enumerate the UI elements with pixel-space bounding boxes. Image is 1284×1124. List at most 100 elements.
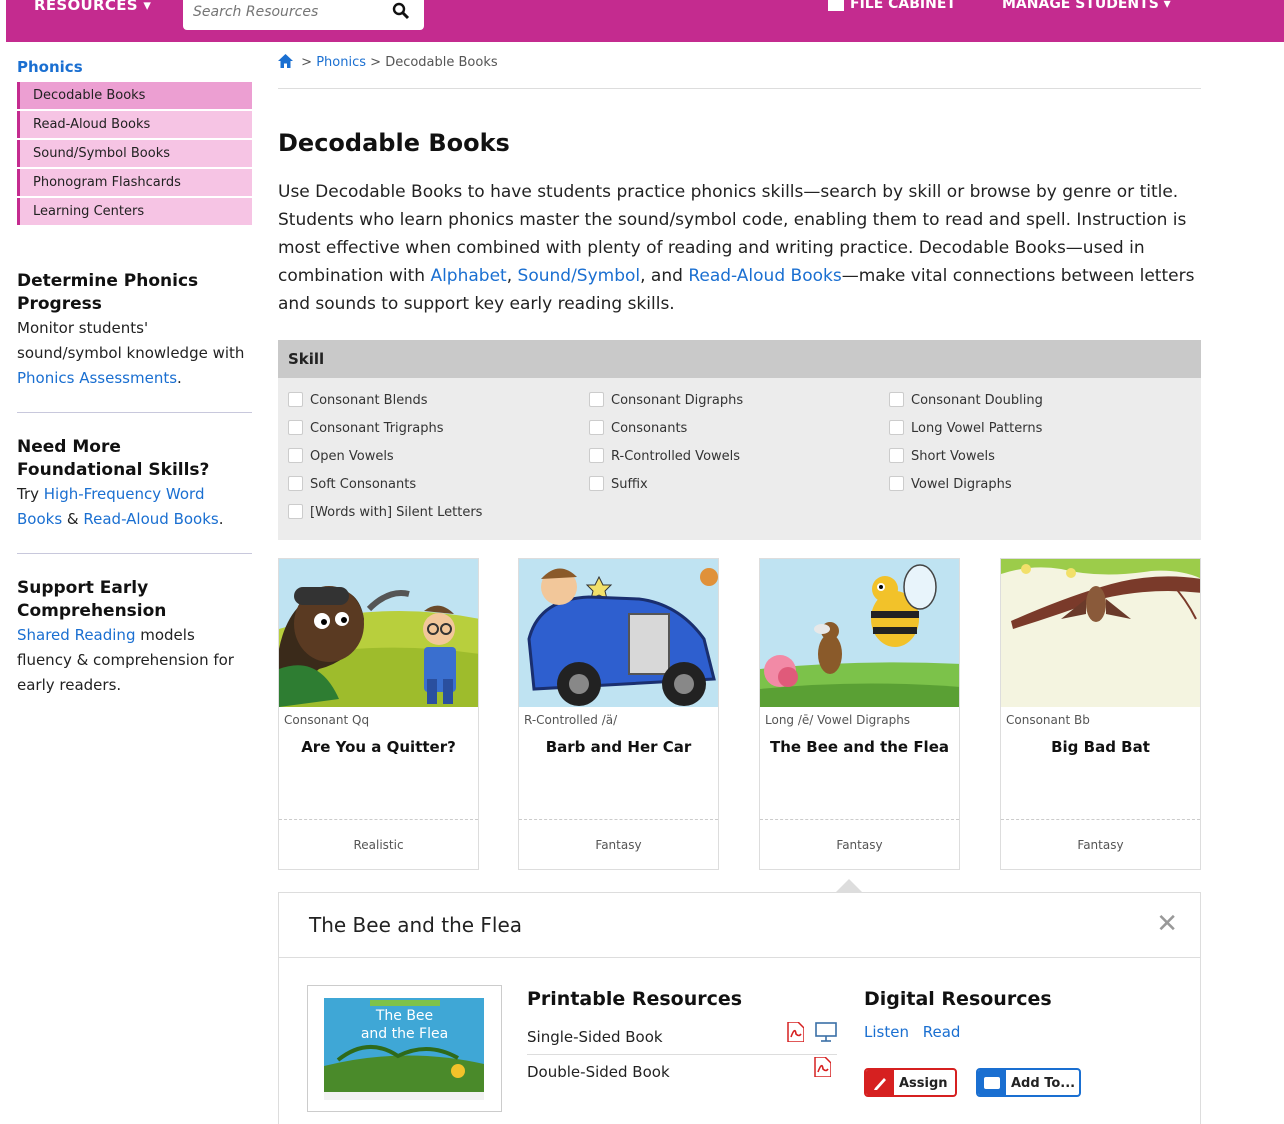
book-cover-image[interactable] bbox=[279, 559, 478, 707]
book-detail-panel: The Bee and the Flea ✕ The Bee and the F… bbox=[278, 879, 1201, 1124]
shared-reading-link[interactable]: Shared Reading bbox=[17, 626, 135, 644]
checkbox[interactable] bbox=[889, 448, 904, 463]
top-nav-bar: RESOURCES ▾ FILE CABINET MANAGE STUDENTS… bbox=[6, 0, 1284, 42]
phonics-assessments-link[interactable]: Phonics Assessments bbox=[17, 369, 177, 387]
panel-pointer bbox=[835, 879, 863, 893]
manage-students-menu[interactable]: MANAGE STUDENTS ▾ bbox=[1002, 0, 1171, 12]
text: , bbox=[506, 266, 518, 286]
skill-checkbox[interactable]: Consonant Doubling bbox=[889, 391, 1043, 411]
skill-checkbox[interactable]: Open Vowels bbox=[288, 447, 394, 467]
sound-symbol-link[interactable]: Sound/Symbol bbox=[518, 266, 641, 286]
skill-checkbox[interactable]: Vowel Digraphs bbox=[889, 475, 1012, 495]
book-skill: Long /ē/ Vowel Digraphs bbox=[765, 713, 911, 727]
book-card[interactable]: Consonant Bb Big Bad Bat Fantasy bbox=[1000, 558, 1201, 870]
checkbox[interactable] bbox=[589, 448, 604, 463]
text: Monitor students' sound/symbol knowledge… bbox=[17, 319, 245, 362]
close-icon[interactable]: ✕ bbox=[1156, 909, 1178, 939]
sidebar-item-learning-centers[interactable]: Learning Centers bbox=[17, 198, 252, 225]
listen-link[interactable]: Listen bbox=[864, 1023, 909, 1041]
digital-resources: Digital Resources Listen Read Assign Add… bbox=[864, 988, 1081, 1097]
sidebar-section-phonics[interactable]: Phonics bbox=[17, 58, 252, 82]
search-input[interactable] bbox=[193, 0, 393, 24]
read-aloud-books-link[interactable]: Read-Aloud Books bbox=[688, 266, 841, 286]
checkbox[interactable] bbox=[288, 476, 303, 491]
sidebar-menu: Decodable Books Read-Aloud Books Sound/S… bbox=[17, 82, 252, 225]
pdf-icon[interactable] bbox=[813, 1055, 832, 1090]
skill-checkbox[interactable]: R-Controlled Vowels bbox=[589, 447, 740, 467]
book-title[interactable]: The Bee and the Flea bbox=[760, 738, 959, 756]
digital-links: Listen Read bbox=[864, 1023, 1052, 1041]
checkbox[interactable] bbox=[288, 504, 303, 519]
book-card[interactable]: Consonant Qq Are You a Quitter? Realisti… bbox=[278, 558, 479, 870]
add-to-button[interactable]: Add To... bbox=[976, 1068, 1081, 1097]
read-aloud-books-link[interactable]: Read-Aloud Books bbox=[83, 510, 218, 528]
printable-row: Double-Sided Book bbox=[527, 1055, 837, 1090]
book-card[interactable]: R-Controlled /ä/ Barb and Her Car Fantas… bbox=[518, 558, 719, 870]
checkbox[interactable] bbox=[889, 392, 904, 407]
file-cabinet-icon bbox=[828, 0, 844, 11]
sidebar-block-text: Try High-Frequency Word Books & Read-Alo… bbox=[17, 482, 252, 532]
breadcrumb-separator: > bbox=[301, 55, 313, 70]
assign-button[interactable]: Assign bbox=[864, 1068, 957, 1097]
pdf-icon[interactable] bbox=[786, 1020, 805, 1055]
cover-title-line: The Bee bbox=[375, 1008, 434, 1024]
sidebar: Phonics Decodable Books Read-Aloud Books… bbox=[17, 58, 252, 698]
checkbox[interactable] bbox=[288, 448, 303, 463]
book-cover-image[interactable] bbox=[519, 559, 718, 707]
skill-checkbox[interactable]: Soft Consonants bbox=[288, 475, 416, 495]
sidebar-item-sound-symbol-books[interactable]: Sound/Symbol Books bbox=[17, 140, 252, 167]
checkbox-label: Suffix bbox=[611, 477, 648, 492]
skill-checkbox[interactable]: Consonant Trigraphs bbox=[288, 419, 444, 439]
add-to-label: Add To... bbox=[1011, 1076, 1076, 1091]
skill-checkbox[interactable]: Consonant Digraphs bbox=[589, 391, 743, 411]
breadcrumb: > Phonics > Decodable Books bbox=[278, 54, 1201, 89]
skill-checkbox[interactable]: [Words with] Silent Letters bbox=[288, 503, 482, 523]
file-cabinet-link[interactable]: FILE CABINET bbox=[828, 0, 956, 12]
book-title[interactable]: Are You a Quitter? bbox=[279, 738, 478, 756]
skill-checkbox[interactable]: Short Vowels bbox=[889, 447, 995, 467]
sidebar-block-text: Shared Reading models fluency & comprehe… bbox=[17, 623, 252, 698]
checkbox[interactable] bbox=[288, 420, 303, 435]
checkbox-label: R-Controlled Vowels bbox=[611, 449, 741, 464]
skill-filter-header: Skill bbox=[278, 340, 1201, 378]
sidebar-item-read-aloud-books[interactable]: Read-Aloud Books bbox=[17, 111, 252, 138]
alphabet-link[interactable]: Alphabet bbox=[430, 266, 506, 286]
checkbox[interactable] bbox=[288, 392, 303, 407]
text: , and bbox=[640, 266, 689, 286]
breadcrumb-phonics-link[interactable]: Phonics bbox=[316, 55, 366, 70]
checkbox[interactable] bbox=[889, 420, 904, 435]
search-icon[interactable] bbox=[392, 2, 410, 24]
checkbox[interactable] bbox=[889, 476, 904, 491]
book-title[interactable]: Big Bad Bat bbox=[1001, 738, 1200, 756]
projector-icon[interactable] bbox=[815, 1020, 837, 1055]
file-cabinet-label: FILE CABINET bbox=[850, 0, 956, 12]
checkbox[interactable] bbox=[589, 392, 604, 407]
skill-checkbox[interactable]: Consonant Blends bbox=[288, 391, 427, 411]
detail-book-cover[interactable]: The Bee and the Flea bbox=[307, 985, 502, 1112]
folder-icon bbox=[978, 1070, 1006, 1095]
checkbox-label: Soft Consonants bbox=[310, 477, 417, 492]
checkbox[interactable] bbox=[589, 420, 604, 435]
book-genre: Fantasy bbox=[1001, 819, 1200, 869]
sidebar-item-decodable-books[interactable]: Decodable Books bbox=[17, 82, 252, 109]
skill-checkbox[interactable]: Suffix bbox=[589, 475, 648, 495]
book-skill: Consonant Bb bbox=[1006, 713, 1090, 727]
read-link[interactable]: Read bbox=[923, 1023, 961, 1041]
checkbox-label: Vowel Digraphs bbox=[911, 477, 1012, 492]
book-cover-image[interactable] bbox=[1001, 559, 1200, 707]
home-icon[interactable] bbox=[278, 54, 293, 72]
skill-checkbox[interactable]: Consonants bbox=[589, 419, 687, 439]
skill-filter: Skill Consonant Blends Consonant Digraph… bbox=[278, 340, 1201, 540]
resources-menu[interactable]: RESOURCES ▾ bbox=[34, 0, 151, 14]
book-title[interactable]: Barb and Her Car bbox=[519, 738, 718, 756]
checkbox-label: Open Vowels bbox=[310, 449, 394, 464]
checkbox[interactable] bbox=[589, 476, 604, 491]
book-card[interactable]: Long /ē/ Vowel Digraphs The Bee and the … bbox=[759, 558, 960, 870]
sidebar-item-phonogram-flashcards[interactable]: Phonogram Flashcards bbox=[17, 169, 252, 196]
text: . bbox=[218, 510, 224, 528]
skill-checkbox[interactable]: Long Vowel Patterns bbox=[889, 419, 1042, 439]
book-genre: Fantasy bbox=[760, 819, 959, 869]
sidebar-block-title: Need More Foundational Skills? bbox=[17, 437, 210, 480]
checkbox-label: Consonant Blends bbox=[310, 393, 428, 408]
book-cover-image[interactable] bbox=[760, 559, 959, 707]
